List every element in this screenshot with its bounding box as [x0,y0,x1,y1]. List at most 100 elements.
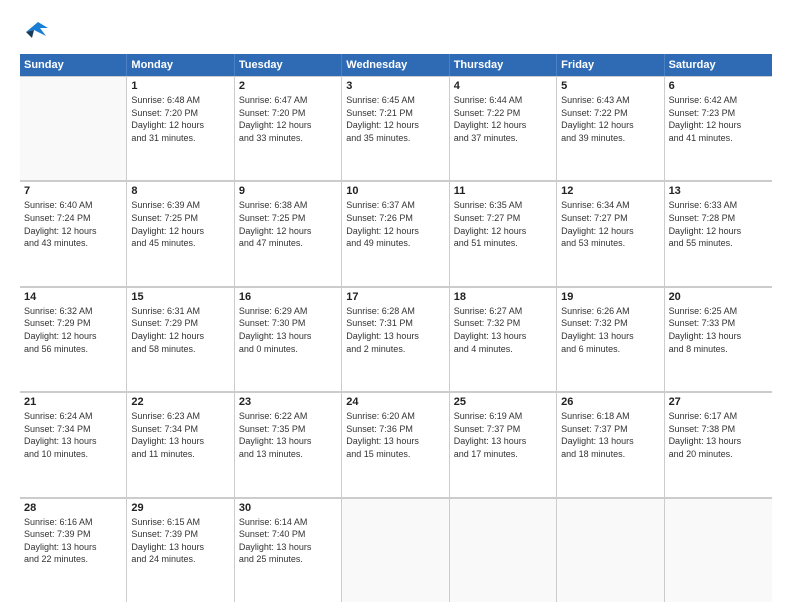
calendar-cell: 15 Sunrise: 6:31 AMSunset: 7:29 PMDayligh… [127,287,234,391]
calendar-cell: 28Sunrise: 6:16 AMSunset: 7:39 PMDayligh… [20,498,127,602]
day-info: Sunrise: 6:40 AMSunset: 7:24 PMDaylight:… [24,199,122,249]
calendar-cell [557,498,664,602]
day-info: Sunrise: 6:38 AMSunset: 7:25 PMDaylight:… [239,199,337,249]
calendar-cell: 26 Sunrise: 6:18 AMSunset: 7:37 PMDayligh… [557,392,664,496]
calendar-cell: 18 Sunrise: 6:27 AMSunset: 7:32 PMDayligh… [450,287,557,391]
calendar-cell: 24 Sunrise: 6:20 AMSunset: 7:36 PMDayligh… [342,392,449,496]
calendar-cell: 8 Sunrise: 6:39 AMSunset: 7:25 PMDaylight… [127,181,234,285]
day-number: 27 [669,396,768,408]
calendar-page: SundayMondayTuesdayWednesdayThursdayFrid… [0,0,792,612]
calendar-cell: 13 Sunrise: 6:33 AMSunset: 7:28 PMDayligh… [665,181,772,285]
day-number: 17 [346,291,444,303]
day-info: Sunrise: 6:18 AMSunset: 7:37 PMDaylight:… [561,410,659,460]
page-header [20,18,772,46]
day-number: 30 [239,502,337,514]
weekday-header-wednesday: Wednesday [342,54,449,76]
day-number: 7 [24,185,122,197]
calendar-cell [20,76,127,180]
day-number: 25 [454,396,552,408]
weekday-header-thursday: Thursday [450,54,557,76]
day-info: Sunrise: 6:29 AMSunset: 7:30 PMDaylight:… [239,305,337,355]
day-info: Sunrise: 6:17 AMSunset: 7:38 PMDaylight:… [669,410,768,460]
day-number: 8 [131,185,229,197]
day-info: Sunrise: 6:35 AMSunset: 7:27 PMDaylight:… [454,199,552,249]
calendar-cell: 29Sunrise: 6:15 AMSunset: 7:39 PMDayligh… [127,498,234,602]
day-info: Sunrise: 6:45 AMSunset: 7:21 PMDaylight:… [346,94,444,144]
calendar-cell: 30 Sunrise: 6:14 AMSunset: 7:40 PMDayligh… [235,498,342,602]
calendar-cell [665,498,772,602]
day-info: Sunrise: 6:16 AMSunset: 7:39 PMDaylight:… [24,516,122,566]
day-info: Sunrise: 6:20 AMSunset: 7:36 PMDaylight:… [346,410,444,460]
day-info: Sunrise: 6:44 AMSunset: 7:22 PMDaylight:… [454,94,552,144]
calendar-cell: 16 Sunrise: 6:29 AMSunset: 7:30 PMDayligh… [235,287,342,391]
calendar-cell [342,498,449,602]
calendar-cell: 3Sunrise: 6:45 AMSunset: 7:21 PMDaylight… [342,76,449,180]
day-info: Sunrise: 6:48 AMSunset: 7:20 PMDaylight:… [131,94,229,144]
day-info: Sunrise: 6:14 AMSunset: 7:40 PMDaylight:… [239,516,337,566]
day-number: 24 [346,396,444,408]
calendar-cell: 4 Sunrise: 6:44 AMSunset: 7:22 PMDaylight… [450,76,557,180]
calendar-cell: 2 Sunrise: 6:47 AMSunset: 7:20 PMDaylight… [235,76,342,180]
day-info: Sunrise: 6:24 AMSunset: 7:34 PMDaylight:… [24,410,122,460]
day-number: 11 [454,185,552,197]
calendar-cell: 9 Sunrise: 6:38 AMSunset: 7:25 PMDaylight… [235,181,342,285]
calendar-cell: 6 Sunrise: 6:42 AMSunset: 7:23 PMDaylight… [665,76,772,180]
weekday-header-sunday: Sunday [20,54,127,76]
day-info: Sunrise: 6:33 AMSunset: 7:28 PMDaylight:… [669,199,768,249]
day-info: Sunrise: 6:31 AMSunset: 7:29 PMDaylight:… [131,305,229,355]
calendar: SundayMondayTuesdayWednesdayThursdayFrid… [20,54,772,602]
day-number: 16 [239,291,337,303]
day-info: Sunrise: 6:25 AMSunset: 7:33 PMDaylight:… [669,305,768,355]
logo [20,18,56,46]
day-info: Sunrise: 6:32 AMSunset: 7:29 PMDaylight:… [24,305,122,355]
weekday-header-tuesday: Tuesday [235,54,342,76]
day-number: 19 [561,291,659,303]
logo-icon [20,18,54,46]
day-info: Sunrise: 6:28 AMSunset: 7:31 PMDaylight:… [346,305,444,355]
weekday-header-friday: Friday [557,54,664,76]
day-info: Sunrise: 6:39 AMSunset: 7:25 PMDaylight:… [131,199,229,249]
calendar-cell: 12 Sunrise: 6:34 AMSunset: 7:27 PMDayligh… [557,181,664,285]
day-info: Sunrise: 6:26 AMSunset: 7:32 PMDaylight:… [561,305,659,355]
day-number: 15 [131,291,229,303]
calendar-cell: 1 Sunrise: 6:48 AMSunset: 7:20 PMDaylight… [127,76,234,180]
day-info: Sunrise: 6:23 AMSunset: 7:34 PMDaylight:… [131,410,229,460]
weekday-header-saturday: Saturday [665,54,772,76]
day-number: 2 [239,80,337,92]
calendar-week-2: 7 Sunrise: 6:40 AMSunset: 7:24 PMDaylight… [20,181,772,286]
day-info: Sunrise: 6:22 AMSunset: 7:35 PMDaylight:… [239,410,337,460]
calendar-cell: 25 Sunrise: 6:19 AMSunset: 7:37 PMDayligh… [450,392,557,496]
day-number: 20 [669,291,768,303]
weekday-header-monday: Monday [127,54,234,76]
day-number: 22 [131,396,229,408]
calendar-cell: 10Sunrise: 6:37 AMSunset: 7:26 PMDayligh… [342,181,449,285]
day-info: Sunrise: 6:15 AMSunset: 7:39 PMDaylight:… [131,516,229,566]
day-info: Sunrise: 6:47 AMSunset: 7:20 PMDaylight:… [239,94,337,144]
day-info: Sunrise: 6:43 AMSunset: 7:22 PMDaylight:… [561,94,659,144]
day-number: 26 [561,396,659,408]
calendar-cell [450,498,557,602]
day-number: 9 [239,185,337,197]
day-info: Sunrise: 6:34 AMSunset: 7:27 PMDaylight:… [561,199,659,249]
day-number: 12 [561,185,659,197]
calendar-cell: 19 Sunrise: 6:26 AMSunset: 7:32 PMDayligh… [557,287,664,391]
day-number: 13 [669,185,768,197]
calendar-week-4: 21 Sunrise: 6:24 AMSunset: 7:34 PMDayligh… [20,392,772,497]
calendar-cell: 7 Sunrise: 6:40 AMSunset: 7:24 PMDaylight… [20,181,127,285]
calendar-header: SundayMondayTuesdayWednesdayThursdayFrid… [20,54,772,76]
day-number: 6 [669,80,768,92]
calendar-cell: 17 Sunrise: 6:28 AMSunset: 7:31 PMDayligh… [342,287,449,391]
day-number: 1 [131,80,229,92]
day-info: Sunrise: 6:19 AMSunset: 7:37 PMDaylight:… [454,410,552,460]
day-info: Sunrise: 6:37 AMSunset: 7:26 PMDaylight:… [346,199,444,249]
day-number: 4 [454,80,552,92]
calendar-week-1: 1 Sunrise: 6:48 AMSunset: 7:20 PMDaylight… [20,76,772,181]
day-info: Sunrise: 6:27 AMSunset: 7:32 PMDaylight:… [454,305,552,355]
calendar-week-3: 14Sunrise: 6:32 AMSunset: 7:29 PMDayligh… [20,287,772,392]
day-info: Sunrise: 6:42 AMSunset: 7:23 PMDaylight:… [669,94,768,144]
calendar-cell: 11 Sunrise: 6:35 AMSunset: 7:27 PMDayligh… [450,181,557,285]
day-number: 21 [24,396,122,408]
calendar-cell: 27 Sunrise: 6:17 AMSunset: 7:38 PMDayligh… [665,392,772,496]
day-number: 18 [454,291,552,303]
calendar-cell: 23Sunrise: 6:22 AMSunset: 7:35 PMDayligh… [235,392,342,496]
